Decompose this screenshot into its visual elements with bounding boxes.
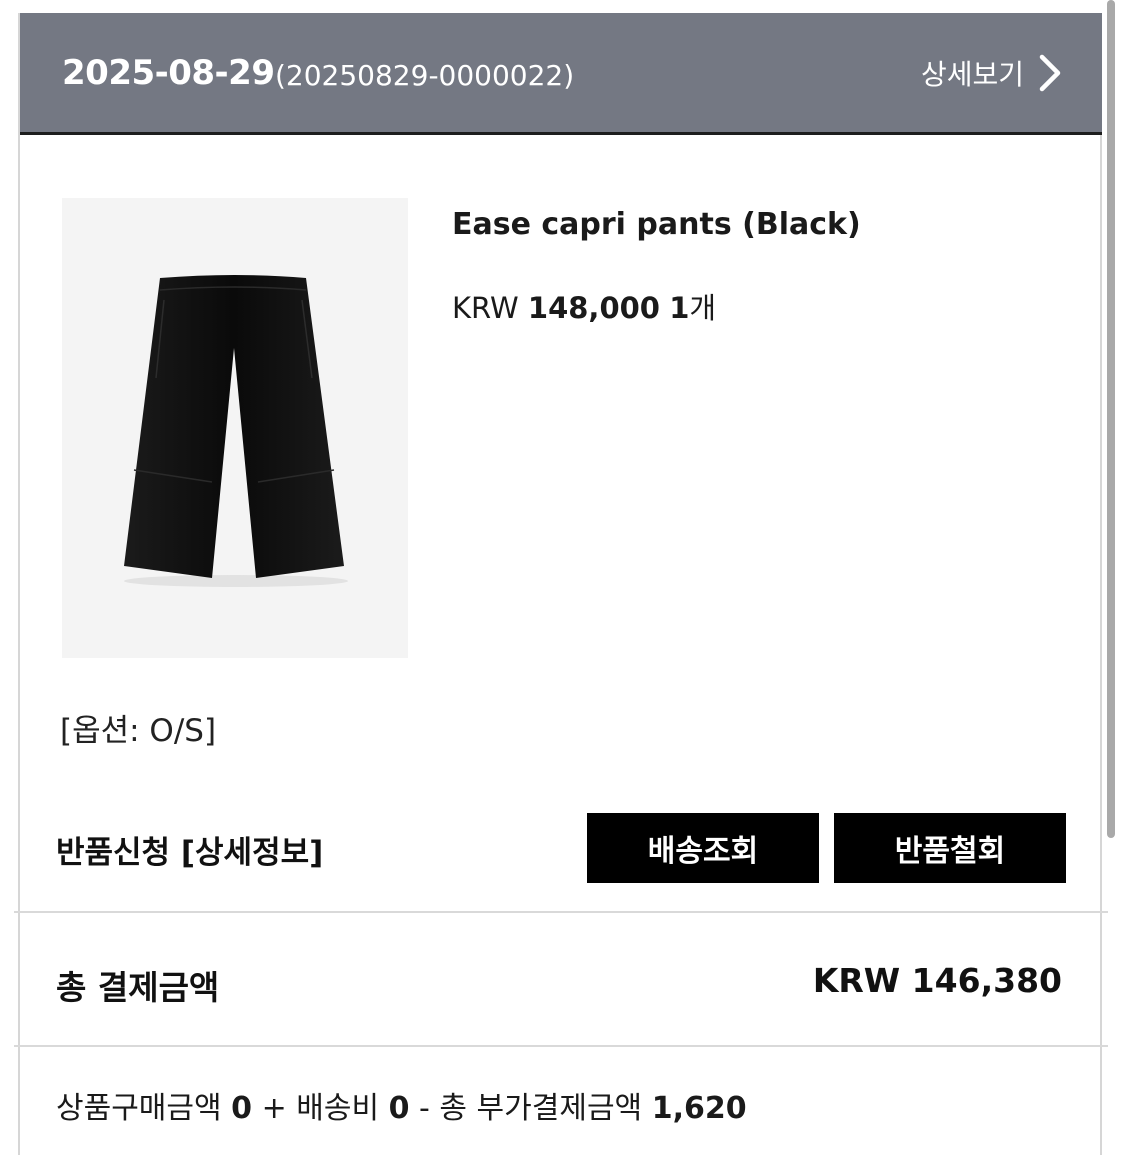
order-number: (20250829-0000022) — [275, 59, 575, 92]
track-delivery-button[interactable]: 배송조회 — [587, 813, 819, 883]
extra-payment-label: 총 부가결제금액 — [439, 1091, 643, 1126]
product-amount-value: 0 — [231, 1091, 253, 1126]
order-date: 2025-08-29 — [62, 53, 275, 93]
minus-sign: - — [419, 1091, 430, 1126]
order-header: 2025-08-29 (20250829-0000022) 상세보기 — [20, 13, 1102, 135]
total-payment-label: 총 결제금액 — [56, 968, 220, 1007]
product-amount-label: 상품구매금액 — [56, 1091, 222, 1126]
price-currency: KRW — [452, 291, 519, 325]
shipping-fee-value: 0 — [388, 1091, 410, 1126]
view-details-label: 상세보기 — [920, 58, 1024, 91]
cancel-return-button[interactable]: 반품철회 — [834, 813, 1066, 883]
divider — [14, 1045, 1108, 1047]
total-payment-value: KRW 146,380 — [812, 961, 1062, 1000]
return-status-link[interactable]: 반품신청 [상세정보] — [56, 827, 323, 872]
order-card: 2025-08-29 (20250829-0000022) 상세보기 Ease … — [14, 13, 1108, 1155]
quantity-value: 1 — [669, 291, 690, 325]
extra-payment-value: 1,620 — [651, 1091, 747, 1126]
product-image[interactable] — [62, 198, 408, 658]
shipping-fee-label: 배송비 — [296, 1091, 380, 1126]
price-value: 148,000 — [527, 291, 660, 325]
pants-icon — [124, 275, 348, 587]
quantity-unit: 개 — [689, 291, 717, 325]
plus-sign: + — [261, 1091, 287, 1126]
view-details-link[interactable]: 상세보기 — [921, 53, 1062, 93]
product-name[interactable]: Ease capri pants (Black) — [452, 207, 861, 242]
scrollbar[interactable] — [1107, 0, 1115, 838]
divider — [14, 911, 1108, 913]
product-option: [옵션: O/S] — [60, 713, 217, 749]
payment-breakdown: 상품구매금액 0 + 배송비 0 - 총 부가결제금액 1,620 — [56, 1083, 747, 1127]
chevron-right-icon — [1039, 54, 1061, 92]
product-price: KRW 148,000 1개 — [452, 285, 716, 327]
